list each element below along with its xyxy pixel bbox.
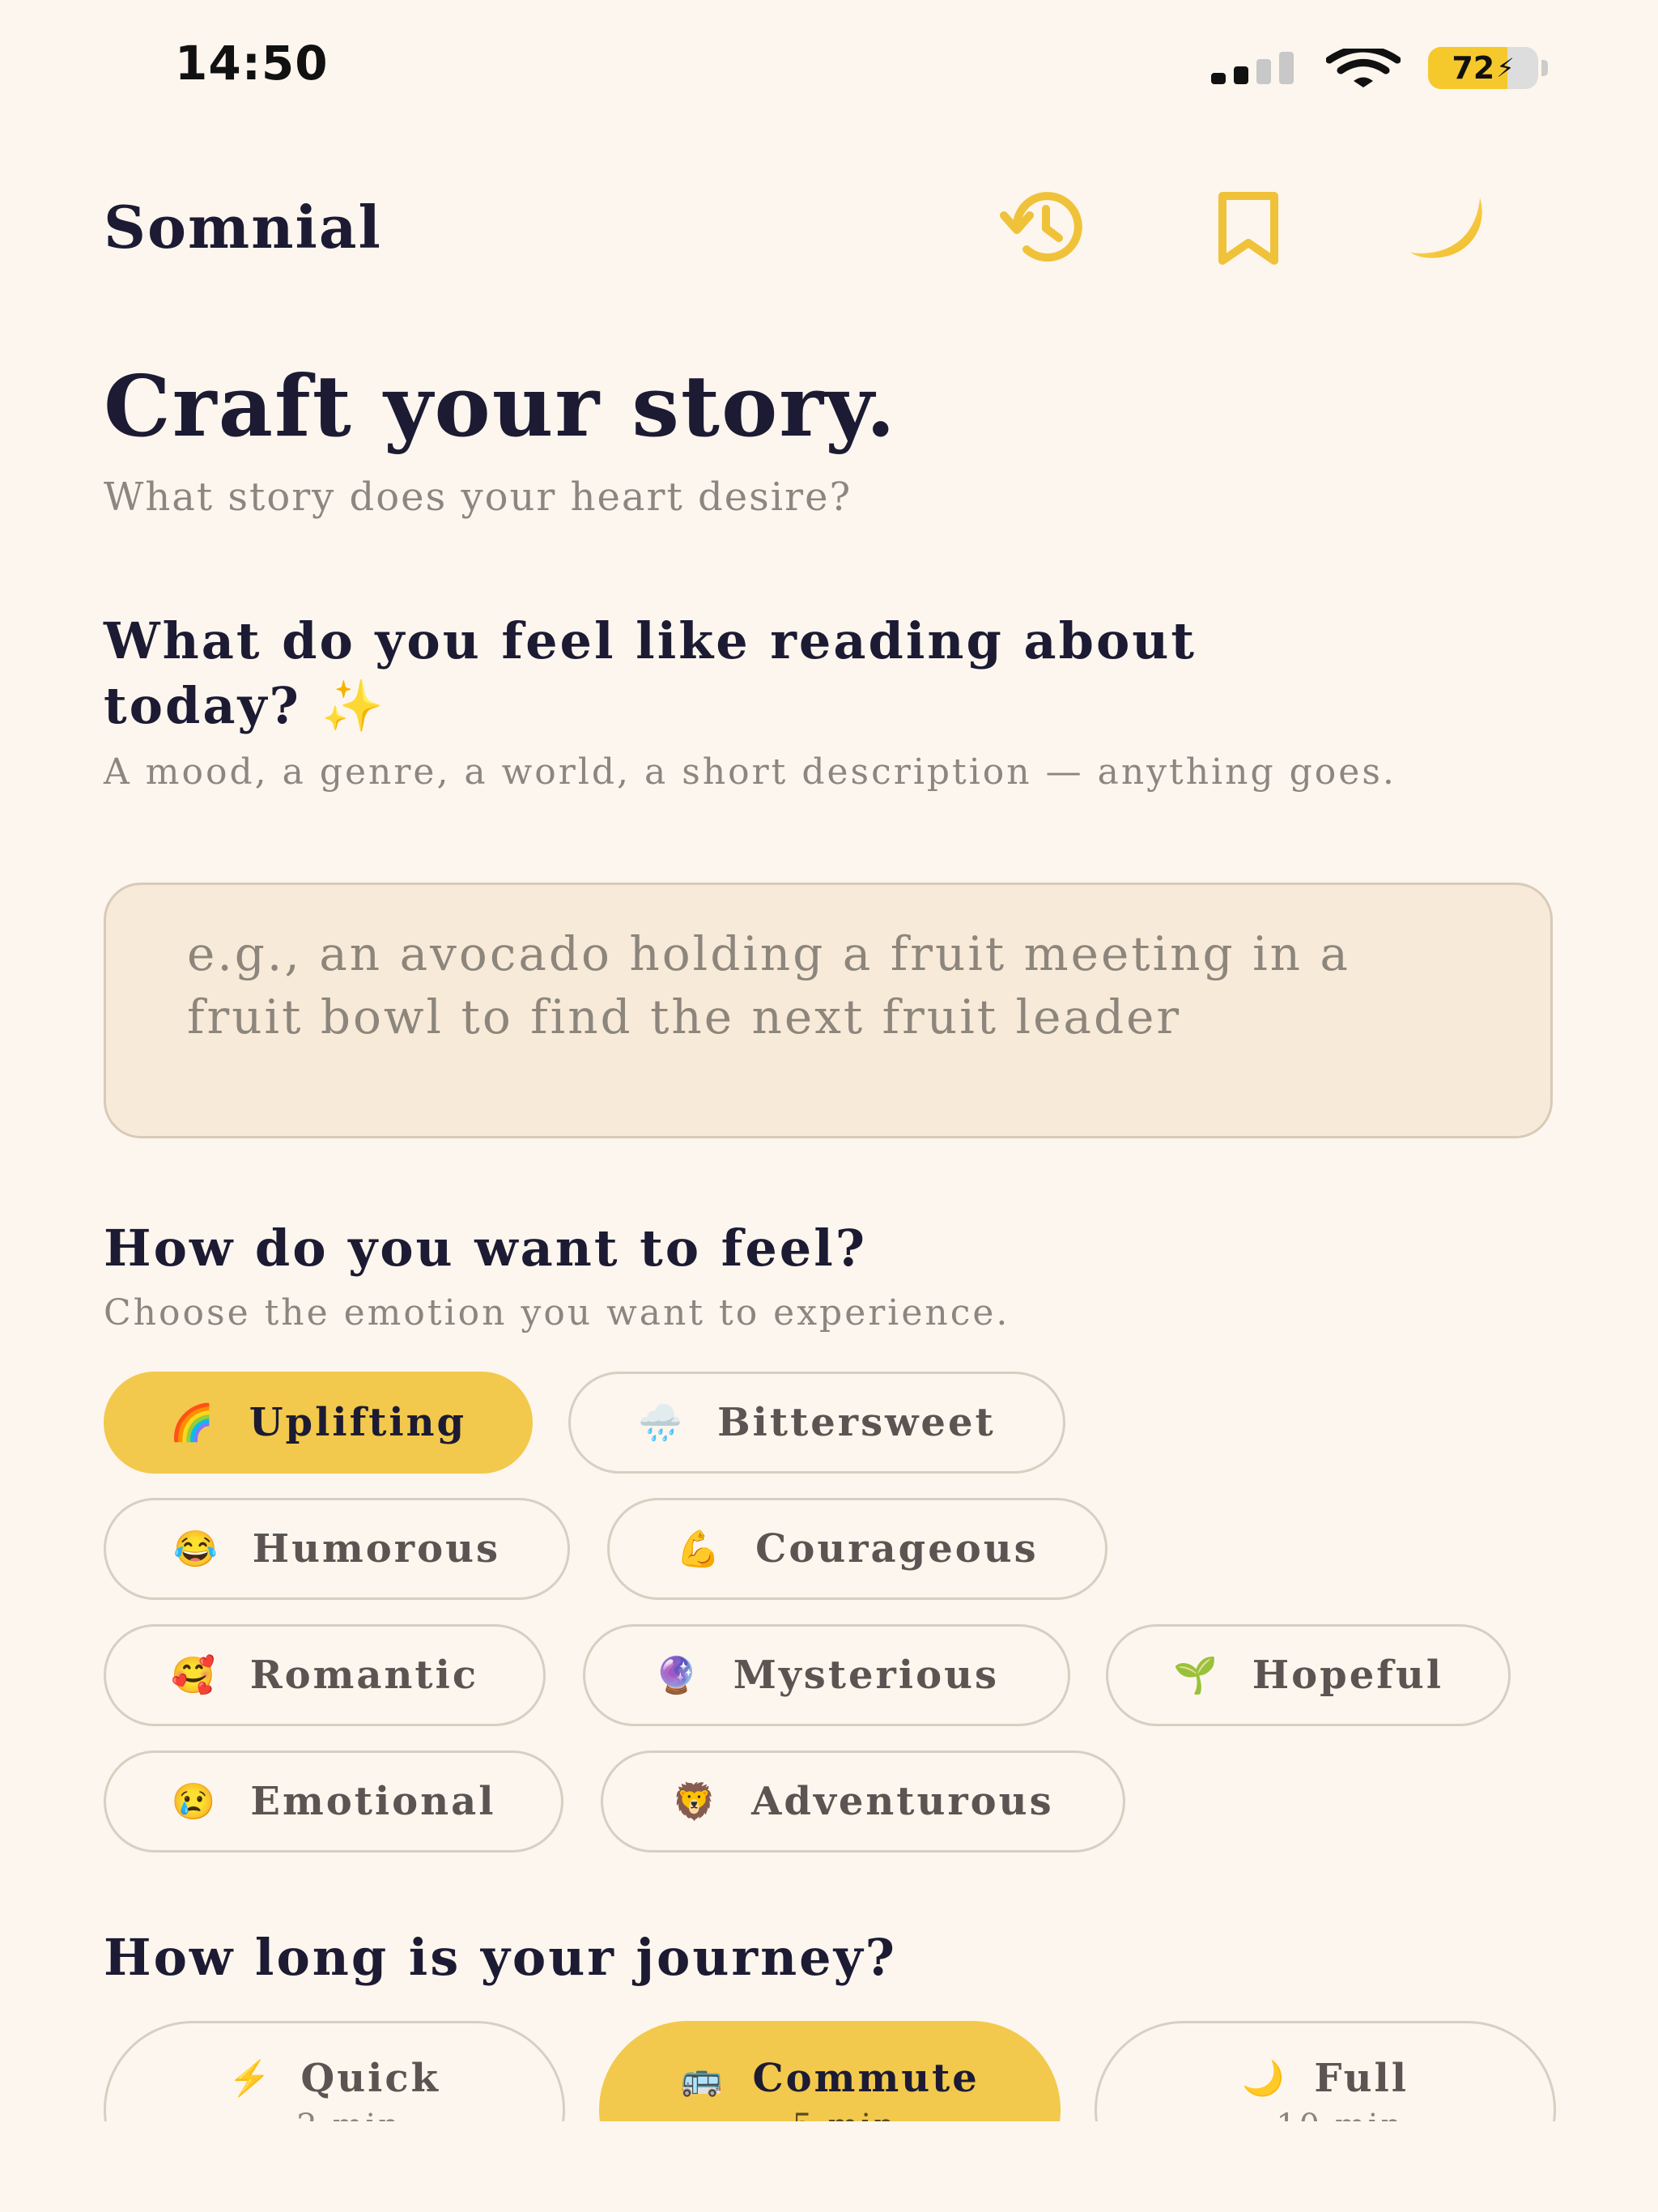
story-prompt-input[interactable] <box>187 922 1469 1099</box>
emotion-chip-label: Courageous <box>755 1526 1039 1572</box>
emotion-chip-label: Adventurous <box>751 1779 1054 1824</box>
emotion-chip-hopeful[interactable]: 🌱 Hopeful <box>1106 1624 1511 1726</box>
page-title: Craft your story. <box>104 356 897 456</box>
lightning-icon: ⚡ <box>228 2058 274 2098</box>
journey-option-label: Full <box>1314 2056 1409 2101</box>
emotion-chip-adventurous[interactable]: 🦁 Adventurous <box>601 1750 1125 1853</box>
app-brand: Somnial <box>104 193 382 262</box>
emotion-chip-label: Mysterious <box>733 1653 999 1698</box>
emotion-question: How do you want to feel? <box>104 1219 868 1278</box>
emotion-chip-romantic[interactable]: 🥰 Romantic <box>104 1624 546 1726</box>
emotion-chip-emotional[interactable]: 😢 Emotional <box>104 1750 563 1853</box>
rain-cloud-icon: 🌧️ <box>638 1402 686 1444</box>
bus-icon: 🚌 <box>680 2058 725 2098</box>
emotion-chip-bittersweet[interactable]: 🌧️ Bittersweet <box>568 1372 1065 1474</box>
page-subtitle: What story does your heart desire? <box>104 474 852 520</box>
rainbow-icon: 🌈 <box>169 1402 217 1444</box>
flexed-arm-icon: 💪 <box>676 1529 724 1570</box>
history-icon[interactable] <box>996 180 1093 277</box>
story-prompt-box[interactable] <box>104 883 1553 1138</box>
lion-face-icon: 🦁 <box>672 1781 720 1823</box>
laughing-face-icon: 😂 <box>172 1529 220 1570</box>
signal-bars-icon <box>1211 52 1294 84</box>
battery-level-text: 72 <box>1452 50 1495 86</box>
bottom-clip-area <box>0 2121 1658 2212</box>
moon-icon[interactable] <box>1401 180 1498 277</box>
emotion-chip-label: Uplifting <box>249 1400 467 1445</box>
topic-question: What do you feel like reading about toda… <box>104 609 1399 738</box>
status-time: 14:50 <box>175 36 329 91</box>
topic-question-text: What do you feel like reading about toda… <box>104 611 1197 735</box>
emotion-hint: Choose the emotion you want to experienc… <box>104 1292 1010 1334</box>
journey-question: How long is your journey? <box>104 1928 897 1987</box>
emotion-chip-courageous[interactable]: 💪 Courageous <box>607 1498 1107 1600</box>
sparkles-icon: ✨ <box>321 676 386 735</box>
topic-hint: A mood, a genre, a world, a short descri… <box>104 751 1397 793</box>
emotion-chip-uplifting[interactable]: 🌈 Uplifting <box>104 1372 533 1474</box>
wifi-icon <box>1326 49 1401 87</box>
crystal-ball-icon: 🔮 <box>653 1655 701 1696</box>
emotion-chip-label: Emotional <box>250 1779 496 1824</box>
journey-option-label: Quick <box>300 2056 440 2101</box>
bookmark-icon[interactable] <box>1200 180 1297 277</box>
emotion-chip-humorous[interactable]: 😂 Humorous <box>104 1498 570 1600</box>
journey-option-label: Commute <box>752 2056 980 2101</box>
battery-charging-icon: 72 ⚡ <box>1428 47 1548 89</box>
crying-face-icon: 😢 <box>171 1781 219 1823</box>
crescent-moon-icon: 🌙 <box>1242 2058 1287 2098</box>
seedling-icon: 🌱 <box>1172 1655 1220 1696</box>
smiling-hearts-icon: 🥰 <box>170 1655 218 1696</box>
emotion-chip-label: Humorous <box>252 1526 501 1572</box>
emotion-chip-mysterious[interactable]: 🔮 Mysterious <box>583 1624 1070 1726</box>
emotion-chip-label: Bittersweet <box>717 1400 996 1445</box>
emotion-chip-label: Romantic <box>249 1653 479 1698</box>
emotion-chip-label: Hopeful <box>1252 1653 1444 1698</box>
